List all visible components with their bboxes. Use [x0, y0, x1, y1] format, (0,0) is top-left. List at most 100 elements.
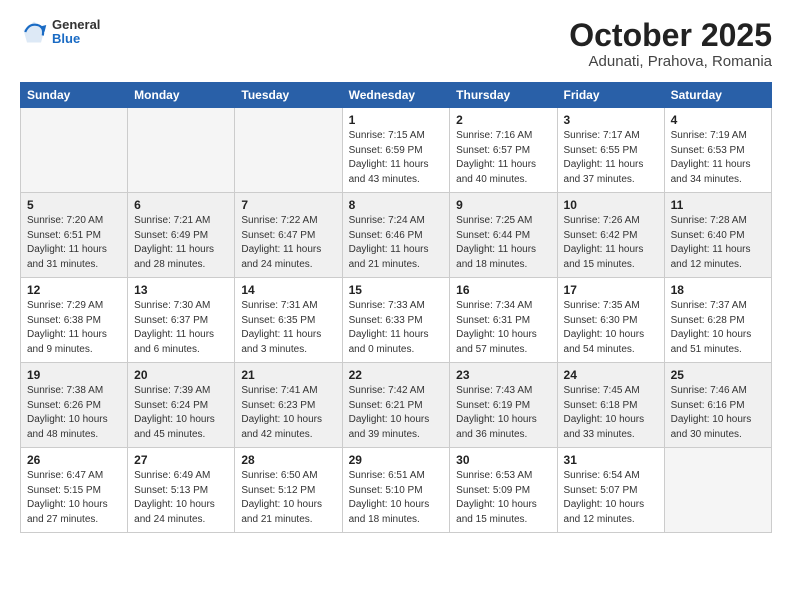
day-info: Sunrise: 7:30 AM Sunset: 6:37 PM Dayligh… — [134, 299, 228, 357]
calendar-day-cell: 6Sunrise: 7:21 AM Sunset: 6:49 PM Daylig… — [128, 193, 235, 278]
day-info: Sunrise: 6:47 AM Sunset: 5:15 PM Dayligh… — [27, 469, 121, 527]
calendar-day-cell: 11 Sunrise: 7:28 AM Sunset: 6:40 PM Dayli… — [664, 193, 771, 278]
calendar-day-cell: 17 Sunrise: 7:35 AM Sunset: 6:30 PM Dayli… — [557, 278, 664, 363]
logo-text: General Blue — [52, 18, 100, 47]
day-info: Sunrise: 7:26 AM Sunset: 6:42 PM Dayligh… — [564, 214, 658, 272]
day-number: 18 — [671, 283, 765, 297]
calendar-day-cell: 2 Sunrise: 7:16 AM Sunset: 6:57 PM Daylig… — [450, 108, 557, 193]
day-info: Sunrise: 6:53 AM Sunset: 5:09 PM Dayligh… — [456, 469, 550, 527]
day-info: Sunrise: 6:54 AM Sunset: 5:07 PM Dayligh… — [564, 469, 658, 527]
calendar-day-cell: 20 Sunrise: 7:39 AM Sunset: 6:24 PM Dayli… — [128, 363, 235, 448]
logo-general-text: General — [52, 18, 100, 32]
day-number: 14 — [241, 283, 335, 297]
logo-icon — [20, 18, 48, 46]
calendar-day-cell: 12 Sunrise: 7:29 AM Sunset: 6:38 PM Dayli… — [21, 278, 128, 363]
day-info: Sunrise: 7:39 AM Sunset: 6:24 PM Dayligh… — [134, 384, 228, 442]
day-number: 19 — [27, 368, 121, 382]
calendar-day-header: Sunday — [21, 83, 128, 108]
day-number: 20 — [134, 368, 228, 382]
calendar-day-cell: 18 Sunrise: 7:37 AM Sunset: 6:28 PM Dayli… — [664, 278, 771, 363]
page-subtitle: Adunati, Prahova, Romania — [569, 53, 772, 70]
day-info: Sunrise: 7:45 AM Sunset: 6:18 PM Dayligh… — [564, 384, 658, 442]
calendar-day-cell — [21, 108, 128, 193]
day-number: 1 — [349, 113, 444, 127]
day-info: Sunrise: 7:46 AM Sunset: 6:16 PM Dayligh… — [671, 384, 765, 442]
day-info: Sunrise: 7:34 AM Sunset: 6:31 PM Dayligh… — [456, 299, 550, 357]
calendar-day-cell: 8Sunrise: 7:24 AM Sunset: 6:46 PM Daylig… — [342, 193, 450, 278]
day-number: 23 — [456, 368, 550, 382]
calendar-day-header: Monday — [128, 83, 235, 108]
calendar-table: SundayMondayTuesdayWednesdayThursdayFrid… — [20, 82, 772, 533]
day-number: 24 — [564, 368, 658, 382]
page-title: October 2025 — [569, 18, 772, 53]
calendar-day-cell: 25 Sunrise: 7:46 AM Sunset: 6:16 PM Dayli… — [664, 363, 771, 448]
calendar-day-cell: 22 Sunrise: 7:42 AM Sunset: 6:21 PM Dayli… — [342, 363, 450, 448]
day-info: Sunrise: 7:31 AM Sunset: 6:35 PM Dayligh… — [241, 299, 335, 357]
day-info: Sunrise: 7:17 AM Sunset: 6:55 PM Dayligh… — [564, 129, 658, 187]
calendar-day-cell: 26 Sunrise: 6:47 AM Sunset: 5:15 PM Dayli… — [21, 448, 128, 533]
day-info: Sunrise: 7:41 AM Sunset: 6:23 PM Dayligh… — [241, 384, 335, 442]
day-number: 3 — [564, 113, 658, 127]
calendar-day-cell: 29 Sunrise: 6:51 AM Sunset: 5:10 PM Dayli… — [342, 448, 450, 533]
calendar-day-header: Thursday — [450, 83, 557, 108]
calendar-day-cell: 15Sunrise: 7:33 AM Sunset: 6:33 PM Dayli… — [342, 278, 450, 363]
calendar-day-cell — [664, 448, 771, 533]
day-number: 8 — [349, 198, 444, 212]
day-number: 7 — [241, 198, 335, 212]
calendar-day-cell: 19 Sunrise: 7:38 AM Sunset: 6:26 PM Dayli… — [21, 363, 128, 448]
calendar-day-cell: 13 Sunrise: 7:30 AM Sunset: 6:37 PM Dayli… — [128, 278, 235, 363]
calendar-day-cell: 5 Sunrise: 7:20 AM Sunset: 6:51 PM Daylig… — [21, 193, 128, 278]
day-number: 4 — [671, 113, 765, 127]
calendar-day-cell: 1 Sunrise: 7:15 AM Sunset: 6:59 PM Daylig… — [342, 108, 450, 193]
day-info: Sunrise: 6:51 AM Sunset: 5:10 PM Dayligh… — [349, 469, 444, 527]
day-info: Sunrise: 7:37 AM Sunset: 6:28 PM Dayligh… — [671, 299, 765, 357]
day-number: 12 — [27, 283, 121, 297]
day-number: 31 — [564, 453, 658, 467]
calendar-day-cell: 9Sunrise: 7:25 AM Sunset: 6:44 PM Daylig… — [450, 193, 557, 278]
calendar-week-row: 1 Sunrise: 7:15 AM Sunset: 6:59 PM Daylig… — [21, 108, 772, 193]
day-info: Sunrise: 7:35 AM Sunset: 6:30 PM Dayligh… — [564, 299, 658, 357]
calendar-day-cell: 16 Sunrise: 7:34 AM Sunset: 6:31 PM Dayli… — [450, 278, 557, 363]
day-number: 22 — [349, 368, 444, 382]
day-info: Sunrise: 7:38 AM Sunset: 6:26 PM Dayligh… — [27, 384, 121, 442]
day-number: 25 — [671, 368, 765, 382]
calendar-day-header: Wednesday — [342, 83, 450, 108]
logo: General Blue — [20, 18, 100, 47]
day-number: 27 — [134, 453, 228, 467]
calendar-week-row: 5 Sunrise: 7:20 AM Sunset: 6:51 PM Daylig… — [21, 193, 772, 278]
day-info: Sunrise: 7:29 AM Sunset: 6:38 PM Dayligh… — [27, 299, 121, 357]
calendar-week-row: 26 Sunrise: 6:47 AM Sunset: 5:15 PM Dayli… — [21, 448, 772, 533]
day-info: Sunrise: 7:16 AM Sunset: 6:57 PM Dayligh… — [456, 129, 550, 187]
header: General Blue October 2025 Adunati, Praho… — [20, 18, 772, 70]
calendar-day-cell: 7 Sunrise: 7:22 AM Sunset: 6:47 PM Daylig… — [235, 193, 342, 278]
day-number: 9 — [456, 198, 550, 212]
day-number: 17 — [564, 283, 658, 297]
day-number: 13 — [134, 283, 228, 297]
day-number: 2 — [456, 113, 550, 127]
calendar-day-cell: 24 Sunrise: 7:45 AM Sunset: 6:18 PM Dayli… — [557, 363, 664, 448]
calendar-day-cell — [235, 108, 342, 193]
day-number: 5 — [27, 198, 121, 212]
day-number: 10 — [564, 198, 658, 212]
day-number: 6 — [134, 198, 228, 212]
day-info: Sunrise: 7:15 AM Sunset: 6:59 PM Dayligh… — [349, 129, 444, 187]
day-info: Sunrise: 7:20 AM Sunset: 6:51 PM Dayligh… — [27, 214, 121, 272]
day-number: 16 — [456, 283, 550, 297]
page: General Blue October 2025 Adunati, Praho… — [0, 0, 792, 551]
calendar-day-cell: 3 Sunrise: 7:17 AM Sunset: 6:55 PM Daylig… — [557, 108, 664, 193]
day-info: Sunrise: 7:19 AM Sunset: 6:53 PM Dayligh… — [671, 129, 765, 187]
day-info: Sunrise: 6:49 AM Sunset: 5:13 PM Dayligh… — [134, 469, 228, 527]
day-info: Sunrise: 7:43 AM Sunset: 6:19 PM Dayligh… — [456, 384, 550, 442]
logo-blue-text: Blue — [52, 32, 100, 46]
day-number: 11 — [671, 198, 765, 212]
day-info: Sunrise: 7:22 AM Sunset: 6:47 PM Dayligh… — [241, 214, 335, 272]
day-number: 26 — [27, 453, 121, 467]
calendar-day-cell: 10 Sunrise: 7:26 AM Sunset: 6:42 PM Dayli… — [557, 193, 664, 278]
calendar-week-row: 12 Sunrise: 7:29 AM Sunset: 6:38 PM Dayli… — [21, 278, 772, 363]
day-info: Sunrise: 7:42 AM Sunset: 6:21 PM Dayligh… — [349, 384, 444, 442]
day-info: Sunrise: 7:28 AM Sunset: 6:40 PM Dayligh… — [671, 214, 765, 272]
day-number: 29 — [349, 453, 444, 467]
calendar-day-header: Saturday — [664, 83, 771, 108]
calendar-day-header: Friday — [557, 83, 664, 108]
calendar-day-cell: 30Sunrise: 6:53 AM Sunset: 5:09 PM Dayli… — [450, 448, 557, 533]
